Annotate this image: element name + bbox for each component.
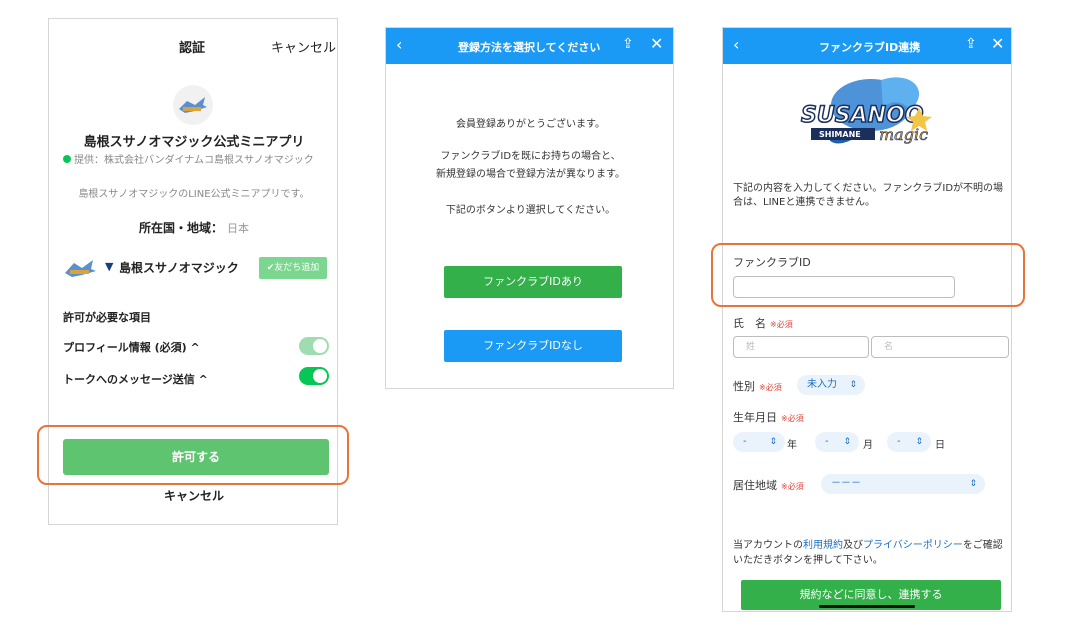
terms-prefix: 当アカウントの: [733, 540, 803, 551]
logo-text-magic: magic: [879, 125, 928, 144]
info-message: ファンクラブIDを既にお持ちの場合と、 新規登録の場合で登録方法が異なります。: [386, 148, 675, 184]
shield-icon: ▼: [105, 260, 114, 273]
home-indicator: [819, 605, 915, 608]
required-mark: ※必須: [781, 414, 804, 423]
app-name: 島根スサノオマジック公式ミニアプリ: [83, 135, 305, 150]
title-bar: ‹ 登録方法を選択してください ⇪ ✕: [386, 28, 673, 64]
provider-label: 提供：株式会社バンダイナムコ島根スサノオマジック: [74, 155, 314, 166]
required-mark: ※必須: [759, 383, 782, 392]
verified-dot-icon: [63, 155, 71, 163]
cancel-button[interactable]: キャンセル: [49, 487, 339, 504]
permissions-title: 許可が必要な項目: [63, 311, 151, 324]
given-name-input[interactable]: 名: [871, 336, 1009, 358]
privacy-policy-link[interactable]: プライバシーポリシー: [863, 540, 963, 551]
chevron-updown-icon: ⇕: [843, 437, 851, 447]
back-icon[interactable]: ‹: [396, 35, 402, 54]
susanoo-magic-logo: SUSANOO SHIMANE magic: [791, 70, 941, 160]
share-icon[interactable]: ⇪: [622, 36, 634, 52]
gender-row-label: 性別 ※必須: [733, 378, 782, 394]
month-value: -: [825, 436, 829, 447]
year-value: -: [743, 436, 747, 447]
intro-text: 下記の内容を入力してください。ファンクラブIDが不明の場合は、LINEと連携でき…: [733, 183, 1004, 208]
info-line-1: ファンクラブIDを既にお持ちの場合と、: [440, 151, 621, 162]
chevron-updown-icon: ⇕: [915, 437, 923, 447]
fanclub-link-panel: ‹ ファンクラブID連携 ⇪ ✕ SUSANOO SHIMANE magic 下…: [722, 27, 1012, 612]
registration-method-panel: ‹ 登録方法を選択してください ⇪ ✕ 会員登録ありがとうございます。 ファンク…: [385, 27, 674, 389]
region-label: 所在国・地域：: [138, 221, 223, 235]
account-name: 島根スサノオマジック: [119, 261, 239, 275]
provider-text: 提供：株式会社バンダイナムコ島根スサノオマジック: [63, 153, 333, 169]
header-cancel-button[interactable]: キャンセル: [271, 37, 336, 56]
year-unit: 年: [787, 440, 797, 451]
no-fanclub-id-button[interactable]: ファンクラブIDなし: [444, 330, 622, 362]
month-unit: 月: [863, 440, 873, 451]
required-mark: ※必須: [781, 482, 804, 491]
logo-text-shimane: SHIMANE: [819, 130, 861, 139]
gender-label: 性別: [733, 380, 755, 393]
residence-select[interactable]: －－－ ⇕: [821, 474, 985, 494]
birth-year-select[interactable]: - ⇕: [733, 432, 785, 452]
chevron-updown-icon: ⇕: [969, 479, 977, 489]
day-unit: 日: [935, 440, 945, 451]
perm-message-label[interactable]: トークへのメッセージ送信 ^: [63, 371, 208, 387]
perm-profile-label[interactable]: プロフィール情報 (必須) ^: [63, 339, 200, 355]
share-icon[interactable]: ⇪: [965, 36, 977, 52]
birth-month-select[interactable]: - ⇕: [815, 432, 859, 452]
info-line-2: 新規登録の場合で登録方法が異なります。: [436, 169, 625, 180]
region-value: 日本: [227, 222, 249, 235]
gender-value: 未入力: [807, 379, 837, 390]
name-label: 氏 名: [733, 317, 766, 330]
residence-row-label: 居住地域 ※必須: [733, 477, 804, 493]
residence-value: －－－: [831, 478, 861, 489]
birth-label: 生年月日: [733, 411, 777, 424]
message-toggle[interactable]: [299, 367, 329, 385]
account-logo-icon: [63, 257, 97, 279]
day-value: -: [897, 436, 901, 447]
title-bar: ‹ ファンクラブID連携 ⇪ ✕: [723, 28, 1011, 64]
select-message: 下記のボタンより選択してください。: [445, 205, 616, 216]
highlight-allow-button: [37, 425, 349, 485]
chevron-updown-icon: ⇕: [849, 380, 857, 390]
thanks-message: 会員登録ありがとうございます。: [456, 119, 605, 130]
terms-text: 当アカウントの利用規約及びプライバシーポリシーをご確認いただきボタンを押して下さ…: [733, 538, 1008, 568]
highlight-fanclub-id: [711, 243, 1025, 307]
surname-input[interactable]: 姓: [733, 336, 869, 358]
chevron-updown-icon: ⇕: [769, 437, 777, 447]
page-title: 登録方法を選択してください: [458, 41, 601, 54]
close-icon[interactable]: ✕: [991, 34, 1004, 53]
back-icon[interactable]: ‹: [733, 35, 739, 54]
required-mark: ※必須: [770, 320, 793, 329]
close-icon[interactable]: ✕: [650, 34, 663, 53]
birth-row-label: 生年月日 ※必須: [733, 409, 804, 425]
add-friend-button[interactable]: ✔友だち追加: [259, 257, 327, 279]
gender-select[interactable]: 未入力 ⇕: [797, 375, 865, 395]
auth-title: 認証: [179, 41, 206, 56]
name-row-label: 氏 名 ※必須: [733, 315, 793, 331]
app-logo-icon: [173, 85, 213, 125]
region-row: 所在国・地域： 日本: [49, 219, 339, 236]
terms-and: 及び: [843, 540, 863, 551]
terms-of-use-link[interactable]: 利用規約: [803, 540, 843, 551]
profile-toggle[interactable]: [299, 337, 329, 355]
birth-day-select[interactable]: - ⇕: [887, 432, 931, 452]
app-description: 島根スサノオマジックのLINE公式ミニアプリです。: [78, 189, 310, 200]
residence-label: 居住地域: [733, 479, 777, 492]
has-fanclub-id-button[interactable]: ファンクラブIDあり: [444, 266, 622, 298]
page-title: ファンクラブID連携: [819, 41, 921, 54]
